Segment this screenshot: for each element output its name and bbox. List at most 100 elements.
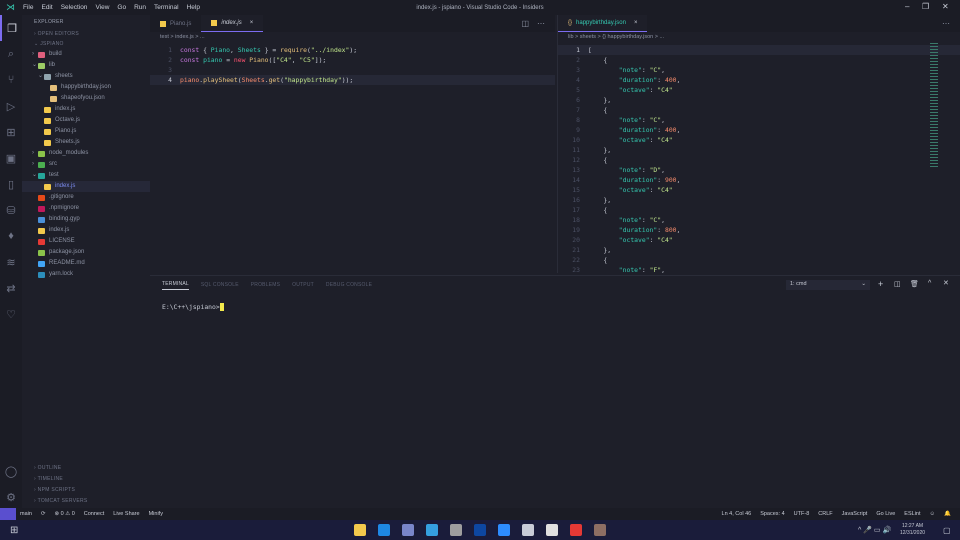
tree-item-lib[interactable]: ⌄ lib xyxy=(22,60,150,71)
tab-piano-js[interactable]: Piano.js xyxy=(150,15,201,32)
status-live-share[interactable]: Live Share xyxy=(113,511,139,517)
close-panel-icon[interactable]: ✕ xyxy=(943,279,949,287)
open-editors-section[interactable]: › OPEN EDITORS xyxy=(22,29,150,39)
tree-item-octave-js[interactable]: Octave.js xyxy=(22,115,150,126)
split-editor-icon[interactable]: ◫ xyxy=(521,19,529,28)
status-go-live[interactable]: Go Live xyxy=(876,511,895,517)
tree-item-index-js[interactable]: index.js xyxy=(22,104,150,115)
maximize-panel-icon[interactable]: ^ xyxy=(928,280,931,287)
menu-run[interactable]: Run xyxy=(134,4,146,11)
taskbar-app-icon[interactable] xyxy=(498,524,510,536)
split-terminal-icon[interactable]: ◫ xyxy=(894,280,901,288)
status-problems[interactable]: ⊗ 0 ⚠ 0 xyxy=(55,511,75,517)
taskbar-app-icon[interactable] xyxy=(402,524,414,536)
remote-indicator[interactable] xyxy=(0,508,16,520)
live-share-icon[interactable]: ⇄ xyxy=(0,275,22,301)
taskbar-app-icon[interactable] xyxy=(378,524,390,536)
code-area[interactable]: 1 const { Piano, Sheets } = require("../i… xyxy=(150,45,555,85)
minimize-button[interactable]: – xyxy=(905,2,909,11)
taskbar-app-icon[interactable] xyxy=(546,524,558,536)
panel-tab-debug-console[interactable]: DEBUG CONSOLE xyxy=(326,282,372,288)
menu-help[interactable]: Help xyxy=(187,4,200,11)
clock[interactable]: 12:27 AM 12/31/2020 xyxy=(900,523,925,537)
system-tray-icons[interactable]: ^ 🎤 ▭ 🔊 xyxy=(858,526,891,534)
tab-index-js[interactable]: index.js × xyxy=(201,15,264,32)
taskbar-app-icon[interactable] xyxy=(426,524,438,536)
section-outline[interactable]: › OUTLINE xyxy=(22,463,150,474)
panel-tab-terminal[interactable]: TERMINAL xyxy=(162,281,189,290)
section-tomcat-servers[interactable]: › TOMCAT SERVERS xyxy=(22,496,150,507)
status-sync[interactable]: ⟳ xyxy=(41,511,46,517)
close-tab-icon[interactable]: × xyxy=(634,20,638,26)
status-javascript[interactable]: JavaScript xyxy=(842,511,868,517)
more-actions-icon[interactable]: ⋯ xyxy=(537,19,545,28)
remote-explorer-icon[interactable]: ▣ xyxy=(0,145,22,171)
menu-edit[interactable]: Edit xyxy=(41,4,52,11)
tree-item-node-modules[interactable]: › node_modules xyxy=(22,148,150,159)
status-crlf[interactable]: CRLF xyxy=(818,511,832,517)
taskbar-app-icon[interactable] xyxy=(570,524,582,536)
tree-item-binding-gyp[interactable]: binding.gyp xyxy=(22,214,150,225)
tree-item-index-js[interactable]: index.js xyxy=(22,181,150,192)
taskbar-app-icon[interactable] xyxy=(594,524,606,536)
tree-item-src[interactable]: › src xyxy=(22,159,150,170)
docker-icon[interactable]: ≋ xyxy=(0,249,22,275)
minimap[interactable] xyxy=(930,43,938,168)
tree-item-sheets[interactable]: ⌄ sheets xyxy=(22,71,150,82)
status-utf-8[interactable]: UTF-8 xyxy=(794,511,810,517)
terminal-output[interactable]: E:\C++\jspiano> xyxy=(162,303,224,311)
devices-icon[interactable]: ▯ xyxy=(0,171,22,197)
status-eslint[interactable]: ESLint xyxy=(904,511,920,517)
bell-icon[interactable]: 🔔 xyxy=(944,511,951,517)
panel-tab-output[interactable]: OUTPUT xyxy=(292,282,314,288)
tree-item-happybirthday-json[interactable]: happybirthday.json xyxy=(22,82,150,93)
code-area[interactable]: 1[2 {3 "note": "C", 4 "duration": 400, 5 "… xyxy=(558,45,960,275)
status-spaces-4[interactable]: Spaces: 4 xyxy=(760,511,784,517)
settings-gear-icon[interactable]: ⚙ xyxy=(0,484,22,510)
tree-item-yarn-lock[interactable]: yarn.lock xyxy=(22,269,150,280)
files-icon[interactable]: ❐ xyxy=(0,15,22,41)
tree-item-sheets-js[interactable]: Sheets.js xyxy=(22,137,150,148)
tree-item-license[interactable]: LICENSE xyxy=(22,236,150,247)
panel-tab-problems[interactable]: PROBLEMS xyxy=(251,282,280,288)
tree-item-piano-js[interactable]: Piano.js xyxy=(22,126,150,137)
windows-start-icon[interactable]: ⊞ xyxy=(10,525,18,536)
breadcrumb[interactable]: test > index.js > ... xyxy=(150,32,555,42)
taskbar-app-icon[interactable] xyxy=(522,524,534,536)
tree-item-build[interactable]: › build xyxy=(22,49,150,60)
feedback-icon[interactable]: ☺ xyxy=(930,511,936,517)
project-section[interactable]: ⌄ JSPIANO xyxy=(22,39,150,49)
status-plug[interactable]: Connect xyxy=(84,511,105,517)
tree-item-package-json[interactable]: package.json xyxy=(22,247,150,258)
more-actions-icon[interactable]: ⋯ xyxy=(942,19,950,28)
tree-item-index-js[interactable]: index.js xyxy=(22,225,150,236)
maximize-button[interactable]: ❐ xyxy=(922,2,929,11)
extensions-icon[interactable]: ⊞ xyxy=(0,119,22,145)
status-branch[interactable]: main xyxy=(20,511,32,517)
tab-happybirthday-json[interactable]: {} happybirthday.json × xyxy=(558,15,648,32)
search-icon[interactable]: ⌕ xyxy=(0,41,22,67)
account-icon[interactable]: ◯ xyxy=(0,458,22,484)
trash-icon[interactable]: 🗑 xyxy=(910,280,919,288)
heart-icon[interactable]: ♡ xyxy=(0,301,22,327)
tree-item-test[interactable]: ⌄ test xyxy=(22,170,150,181)
menu-selection[interactable]: Selection xyxy=(61,4,88,11)
database-icon[interactable]: ⛁ xyxy=(0,197,22,223)
notification-icon[interactable]: ▢ xyxy=(943,526,951,535)
breadcrumb[interactable]: lib > sheets > {} happybirthday.json > .… xyxy=(558,32,960,42)
menu-terminal[interactable]: Terminal xyxy=(154,4,179,11)
taskbar-app-icon[interactable] xyxy=(450,524,462,536)
taskbar-app-icon[interactable] xyxy=(474,524,486,536)
tree-item-readme-md[interactable]: README.md xyxy=(22,258,150,269)
tree-item-shapeofyou-json[interactable]: shapeofyou.json xyxy=(22,93,150,104)
tree-item--gitignore[interactable]: .gitignore xyxy=(22,192,150,203)
section-timeline[interactable]: › TIMELINE xyxy=(22,474,150,485)
source-control-icon[interactable]: ⑂ xyxy=(0,67,22,93)
close-tab-icon[interactable]: × xyxy=(250,20,254,26)
close-window-button[interactable]: ✕ xyxy=(942,2,949,11)
section-npm-scripts[interactable]: › NPM SCRIPTS xyxy=(22,485,150,496)
taskbar-app-icon[interactable] xyxy=(354,524,366,536)
new-terminal-icon[interactable]: + xyxy=(878,279,883,289)
panel-tab-sql-console[interactable]: SQL CONSOLE xyxy=(201,282,239,288)
run-debug-icon[interactable]: ▷ xyxy=(0,93,22,119)
